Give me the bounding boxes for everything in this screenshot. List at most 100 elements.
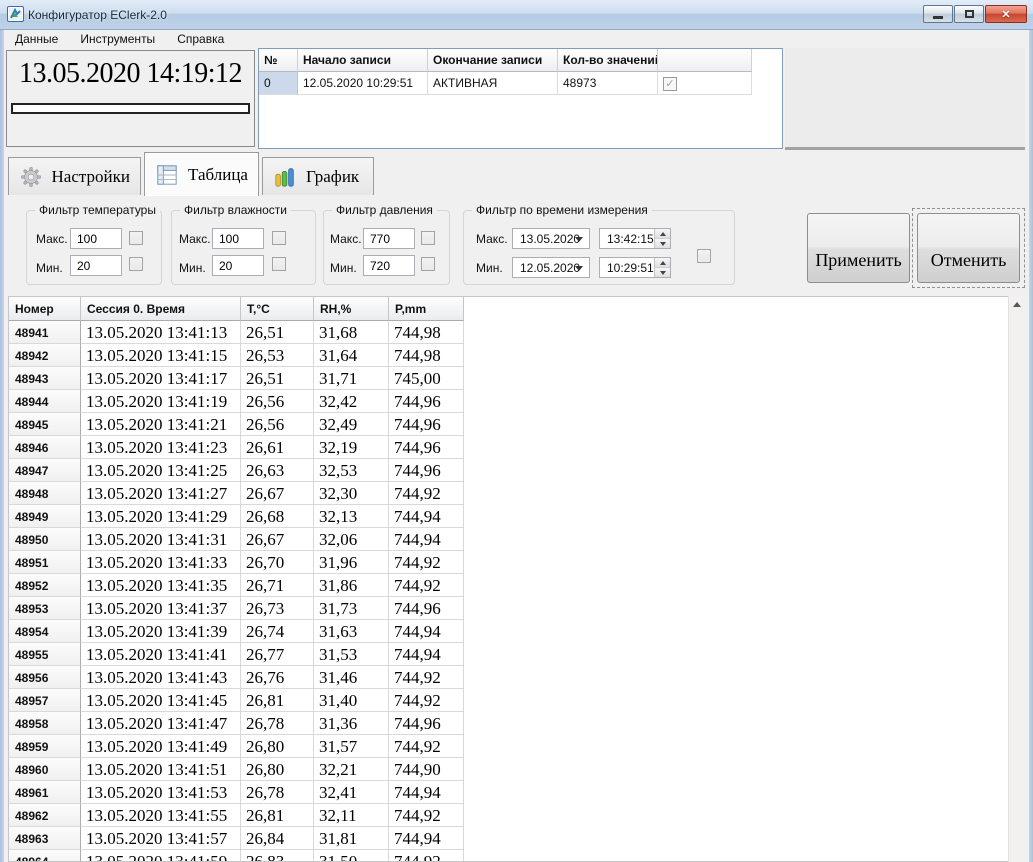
session-count-cell[interactable]: 48973 — [558, 72, 658, 95]
scroll-up-button[interactable] — [1009, 296, 1025, 313]
minimize-icon — [933, 16, 943, 19]
chart-icon — [273, 165, 297, 189]
pressure-max-checkbox[interactable] — [421, 231, 435, 245]
table-row[interactable]: 48946 13.05.2020 13:41:23 26,61 32,19 74… — [9, 436, 1008, 459]
sessions-header-start[interactable]: Начало записи — [298, 49, 428, 72]
table-row[interactable]: 48949 13.05.2020 13:41:29 26,68 32,13 74… — [9, 505, 1008, 528]
pressure-min-input[interactable] — [363, 255, 415, 276]
time-min-date-select[interactable]: 12.05.2020 — [512, 257, 590, 278]
window-border-right — [1029, 30, 1033, 862]
minimize-button[interactable] — [923, 5, 953, 23]
top-right-panel — [785, 48, 1025, 150]
sessions-header-end[interactable]: Окончание записи — [428, 49, 558, 72]
humidity-min-label: Мин. — [179, 261, 206, 275]
table-row[interactable]: 48941 13.05.2020 13:41:13 26,51 31,68 74… — [9, 321, 1008, 344]
time-max-date-select[interactable]: 13.05.2020 — [512, 228, 590, 249]
menu-item-data[interactable]: Данные — [4, 30, 69, 48]
table-row[interactable]: 48948 13.05.2020 13:41:27 26,67 32,30 74… — [9, 482, 1008, 505]
menu-bar: Данные Инструменты Справка — [4, 30, 1029, 48]
menu-item-tools[interactable]: Инструменты — [69, 30, 166, 48]
table-row[interactable]: 48947 13.05.2020 13:41:25 26,63 32,53 74… — [9, 459, 1008, 482]
table-row[interactable]: 48943 13.05.2020 13:41:17 26,51 31,71 74… — [9, 367, 1008, 390]
table-row[interactable]: 48957 13.05.2020 13:41:45 26,81 31,40 74… — [9, 689, 1008, 712]
table-row[interactable]: 48962 13.05.2020 13:41:55 26,81 32,11 74… — [9, 804, 1008, 827]
table-row[interactable]: 48955 13.05.2020 13:41:41 26,77 31,53 74… — [9, 643, 1008, 666]
table-icon — [155, 163, 179, 187]
table-row[interactable]: 48945 13.05.2020 13:41:21 26,56 32,49 74… — [9, 413, 1008, 436]
tab-table-label: Таблица — [188, 165, 248, 185]
session-start-cell[interactable]: 12.05.2020 10:29:51 — [298, 72, 428, 95]
time-min-date-value: 12.05.2020 — [520, 261, 580, 275]
filter-temperature-title: Фильтр температуры — [35, 203, 160, 217]
tab-settings[interactable]: Настройки — [8, 157, 141, 195]
temp-min-checkbox[interactable] — [129, 257, 143, 271]
table-row[interactable]: 48960 13.05.2020 13:41:51 26,80 32,21 74… — [9, 758, 1008, 781]
table-row[interactable]: 48942 13.05.2020 13:41:15 26,53 31,64 74… — [9, 344, 1008, 367]
chevron-down-icon[interactable] — [575, 266, 583, 271]
table-header-row: Номер Сессия 0. Время T,°C RH,% P,mm — [9, 297, 1008, 321]
sessions-panel: № Начало записи Окончание записи Кол-во … — [258, 48, 783, 149]
header-pressure[interactable]: P,mm — [389, 297, 464, 321]
time-max-time-spinner[interactable]: 13:42:15 — [599, 228, 671, 249]
time-max-label: Макс. — [476, 232, 508, 246]
time-min-time-value: 10:29:51 — [607, 261, 654, 275]
humidity-min-input[interactable] — [212, 255, 264, 276]
filter-pressure-title: Фильтр давления — [332, 203, 437, 217]
time-filter-checkbox[interactable] — [697, 249, 711, 263]
humidity-min-checkbox[interactable] — [272, 257, 286, 271]
pressure-max-input[interactable] — [363, 228, 415, 249]
tab-chart-label: График — [306, 167, 359, 187]
table-row[interactable]: 48958 13.05.2020 13:41:47 26,78 31,36 74… — [9, 712, 1008, 735]
progress-bar — [11, 103, 250, 114]
humidity-max-input[interactable] — [212, 228, 264, 249]
table-row[interactable]: 48944 13.05.2020 13:41:19 26,56 32,42 74… — [9, 390, 1008, 413]
table-row[interactable]: 48954 13.05.2020 13:41:39 26,74 31,63 74… — [9, 620, 1008, 643]
cancel-button[interactable]: Отменить — [917, 213, 1020, 283]
sessions-header-count[interactable]: Кол-во значений — [558, 49, 658, 72]
close-button[interactable]: ✕ — [985, 5, 1027, 23]
table-row[interactable]: 48964 13.05.2020 13:41:59 26,83 31,50 74… — [9, 850, 1008, 862]
temp-max-checkbox[interactable] — [129, 231, 143, 245]
spin-up-icon[interactable] — [655, 229, 670, 239]
table-body: 48941 13.05.2020 13:41:13 26,51 31,68 74… — [9, 321, 1008, 862]
session-checkbox[interactable]: ✓ — [663, 77, 677, 91]
maximize-button[interactable] — [954, 5, 984, 23]
spin-down-icon[interactable] — [655, 268, 670, 277]
header-temperature[interactable]: T,°C — [241, 297, 314, 321]
window-border-left — [0, 30, 4, 862]
pressure-min-label: Мин. — [330, 261, 357, 275]
session-num-cell[interactable]: 0 — [259, 72, 298, 95]
table-row[interactable]: 48951 13.05.2020 13:41:33 26,70 31,96 74… — [9, 551, 1008, 574]
sessions-header-num[interactable]: № — [259, 49, 298, 72]
header-number[interactable]: Номер — [9, 297, 81, 321]
tab-table[interactable]: Таблица — [144, 152, 259, 196]
table-row[interactable]: 48953 13.05.2020 13:41:37 26,73 31,73 74… — [9, 597, 1008, 620]
table-row[interactable]: 48963 13.05.2020 13:41:57 26,84 31,81 74… — [9, 827, 1008, 850]
session-end-cell[interactable]: АКТИВНАЯ — [428, 72, 558, 95]
chevron-down-icon[interactable] — [575, 237, 583, 242]
table-row[interactable]: 48950 13.05.2020 13:41:31 26,67 32,06 74… — [9, 528, 1008, 551]
sessions-header-row: № Начало записи Окончание записи Кол-во … — [259, 49, 782, 72]
table-row[interactable]: 48952 13.05.2020 13:41:35 26,71 31,86 74… — [9, 574, 1008, 597]
spin-down-icon[interactable] — [655, 239, 670, 248]
header-humidity[interactable]: RH,% — [314, 297, 389, 321]
tab-chart[interactable]: График — [262, 157, 374, 195]
pressure-min-checkbox[interactable] — [421, 257, 435, 271]
table-row[interactable]: 48956 13.05.2020 13:41:43 26,76 31,46 74… — [9, 666, 1008, 689]
session-row[interactable]: 0 12.05.2020 10:29:51 АКТИВНАЯ 48973 ✓ — [259, 72, 782, 95]
temp-max-input[interactable] — [70, 228, 122, 249]
apply-button[interactable]: Применить — [807, 213, 910, 283]
table-row[interactable]: 48961 13.05.2020 13:41:53 26,78 32,41 74… — [9, 781, 1008, 804]
sessions-header-select[interactable] — [658, 49, 752, 72]
window-title: Конфигуратор EClerk-2.0 — [28, 8, 167, 22]
time-min-time-spinner[interactable]: 10:29:51 — [599, 257, 671, 278]
table-scrollbar[interactable] — [1008, 296, 1025, 862]
humidity-max-checkbox[interactable] — [272, 231, 286, 245]
spin-up-icon[interactable] — [655, 258, 670, 268]
menu-item-help[interactable]: Справка — [166, 30, 235, 48]
title-bar[interactable]: Конфигуратор EClerk-2.0 ✕ — [0, 0, 1033, 30]
temp-min-input[interactable] — [70, 255, 122, 276]
measurements-table: Номер Сессия 0. Время T,°C RH,% P,mm 489… — [8, 296, 1008, 862]
header-session-time[interactable]: Сессия 0. Время — [81, 297, 241, 321]
table-row[interactable]: 48959 13.05.2020 13:41:49 26,80 31,57 74… — [9, 735, 1008, 758]
